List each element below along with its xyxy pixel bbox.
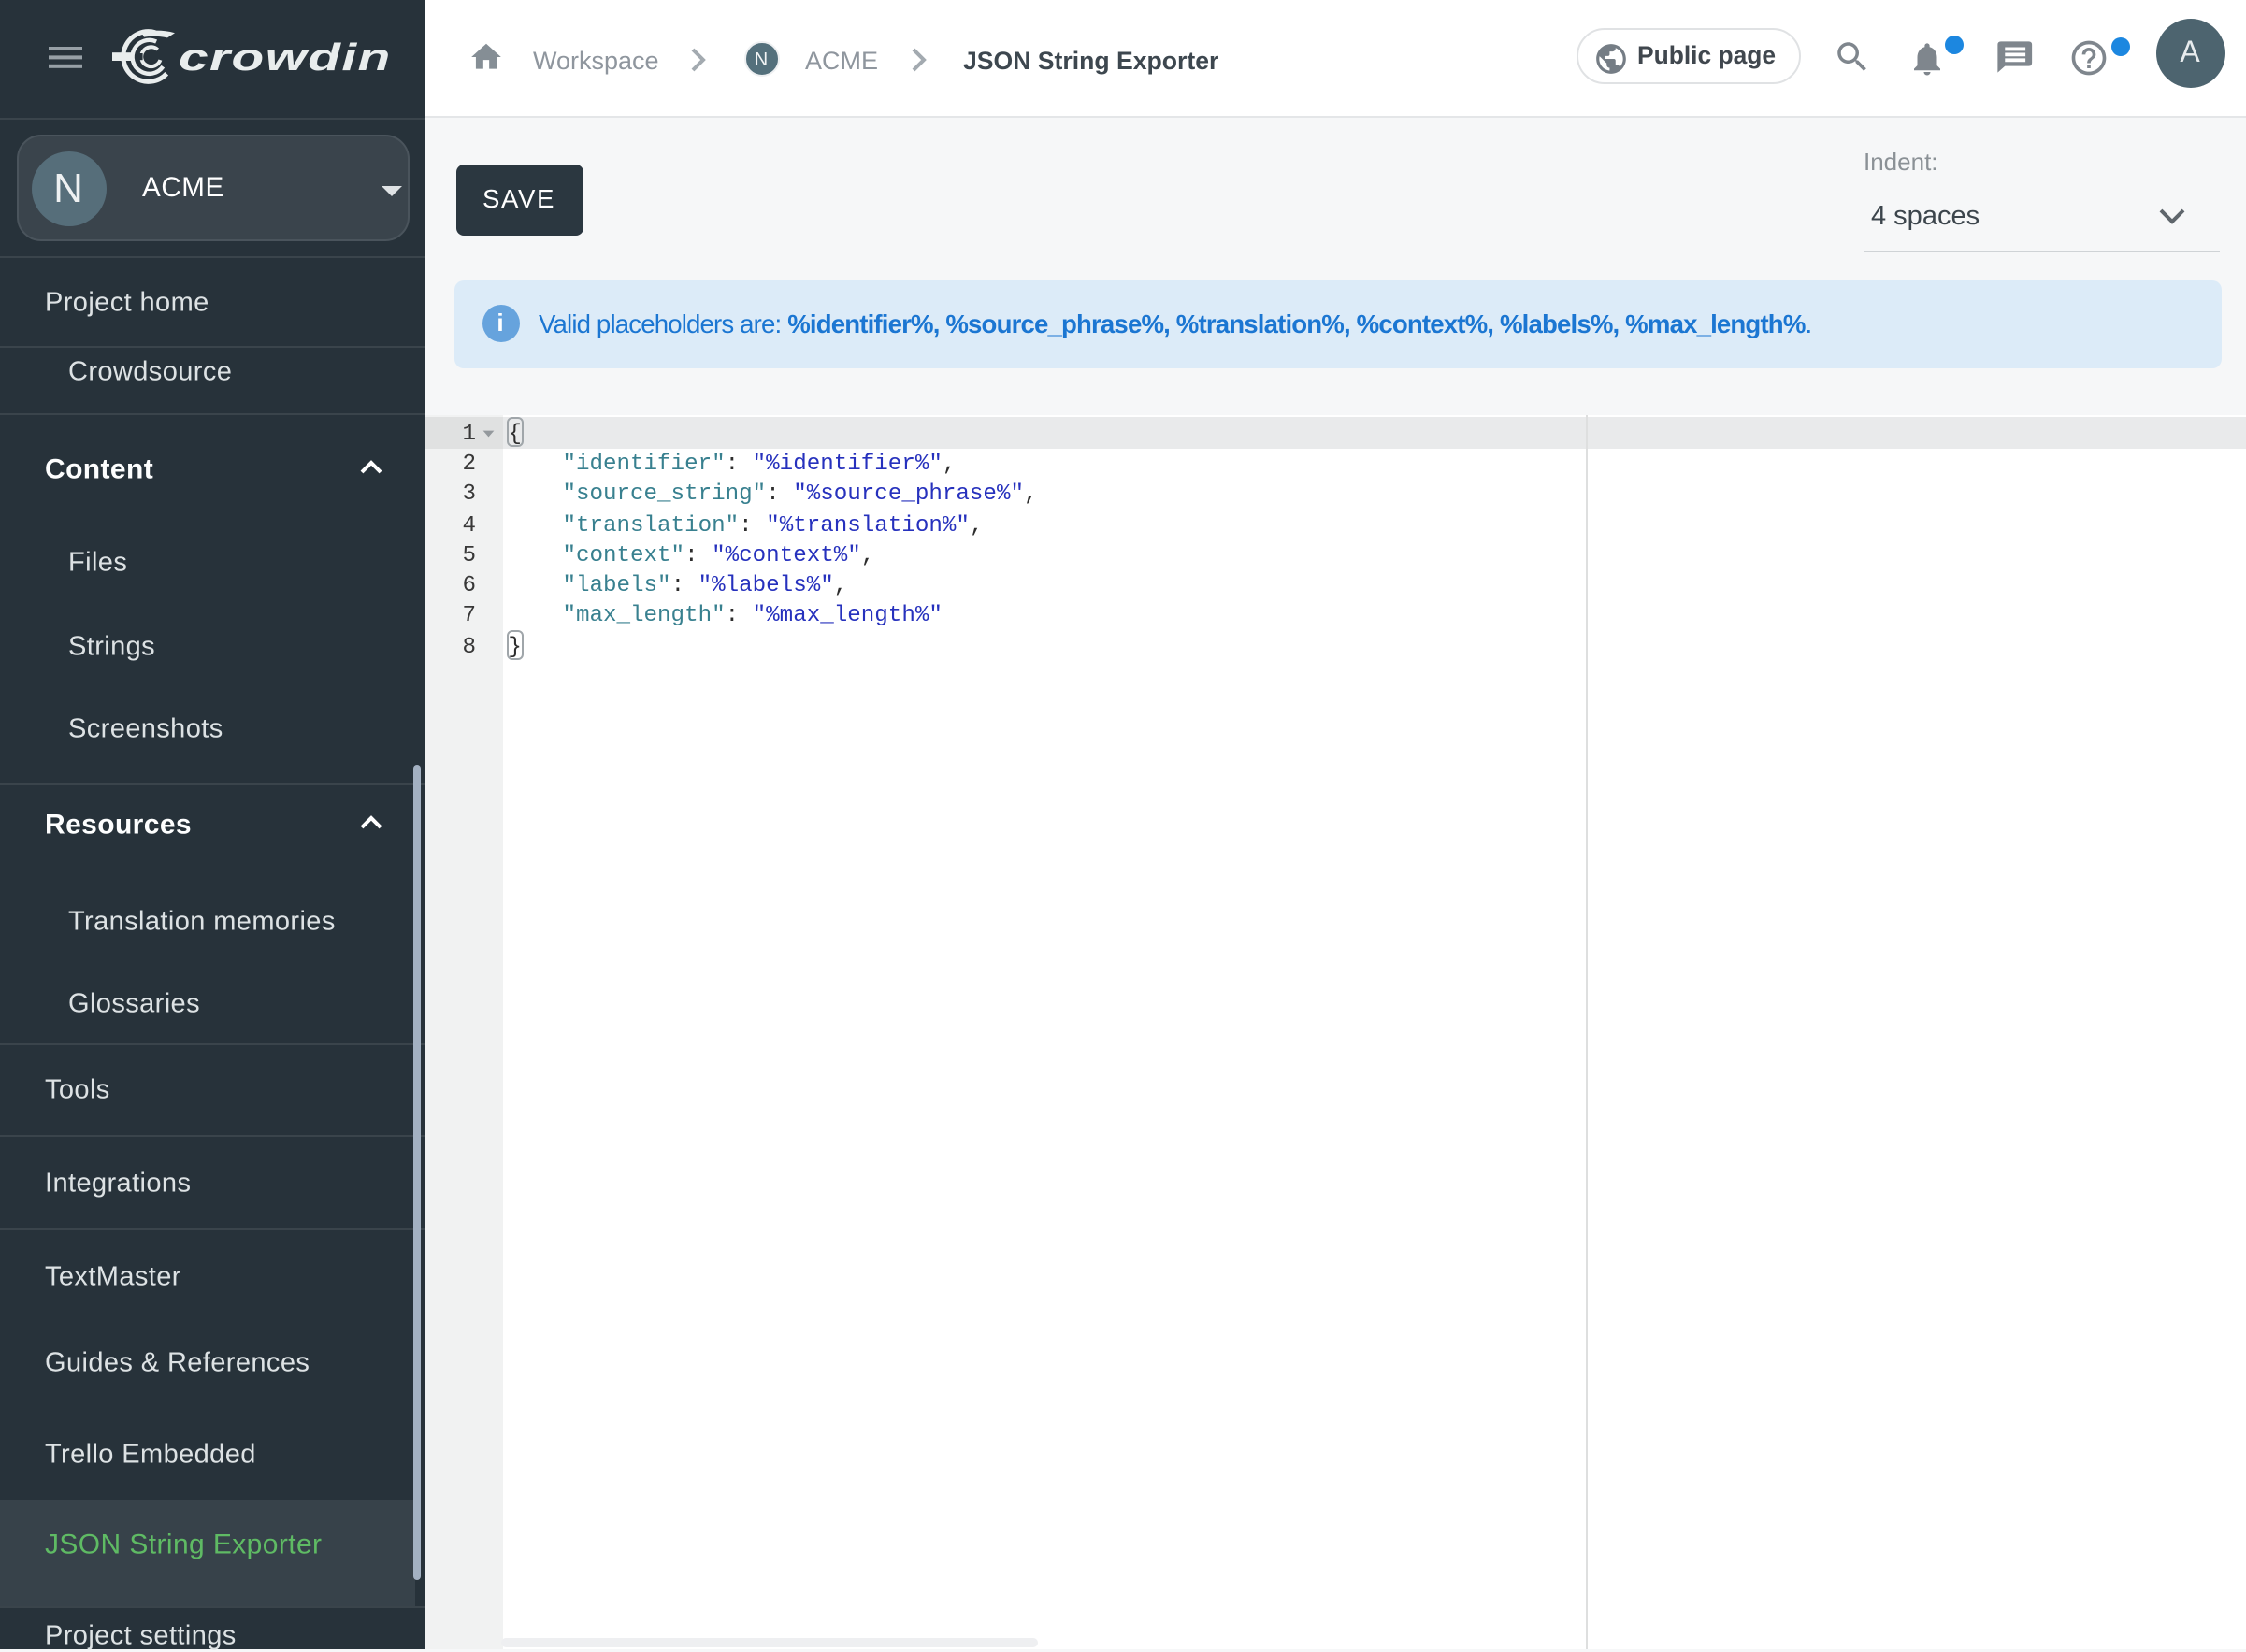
svg-text:crowdin: crowdin [179, 36, 392, 79]
